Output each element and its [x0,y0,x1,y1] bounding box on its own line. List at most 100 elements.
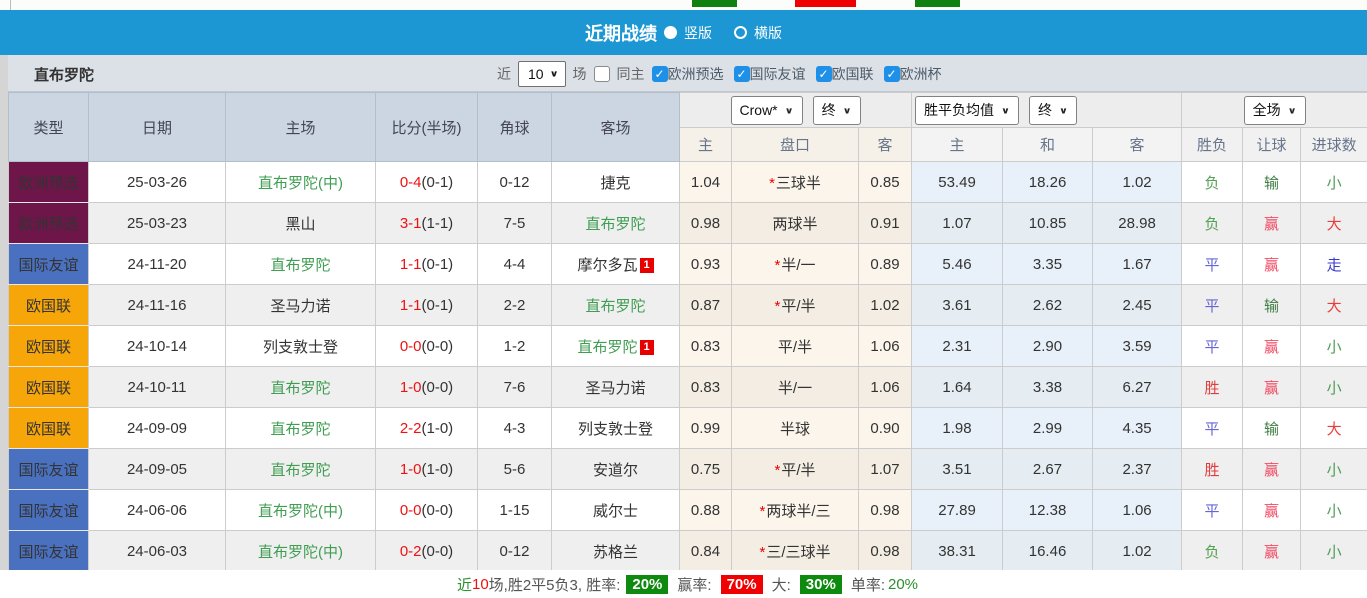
competition-type-cell: 国际友谊 [8,448,89,490]
horizontal-layout-radio[interactable] [734,26,747,39]
home-team-cell[interactable]: 列支敦士登 [225,325,376,367]
header-group-row: 类型 日期 主场 比分(半场) 角球 客场 Crow* ∨ 终 ∨ 胜平负均值 … [8,92,1367,162]
avg-draw-cell: 2.90 [1002,325,1094,367]
competition-type-cell: 国际友谊 [8,243,89,285]
home-team-cell[interactable]: 直布罗陀 [225,448,376,490]
away-team-cell[interactable]: 直布罗陀 [551,202,680,244]
score-cell: 2-2(1-0) [375,407,478,449]
odds-period-select[interactable]: 终 ∨ [812,95,861,125]
league-filter-label: 欧洲杯 [899,65,942,82]
result-goals-cell: 小 [1300,366,1367,408]
away-team-cell[interactable]: 捷克 [551,161,680,203]
result-handicap-cell: 输 [1242,284,1302,326]
avg-type-select[interactable]: 胜平负均值 ∨ [915,95,1019,125]
away-team-cell[interactable]: 圣马力诺 [551,366,680,408]
chevron-down-icon: ∨ [784,105,794,116]
result-handicap-cell: 输 [1242,407,1302,449]
page: 近期战绩 竖版 横版 直布罗陀 近 10 ∨ 场 同主 ✓ 欧洲预选 ✓ 国际友… [0,0,1367,598]
avg-draw-cell: 2.67 [1002,448,1094,490]
chevron-down-icon: ∨ [1287,105,1297,116]
chevron-down-icon: ∨ [842,105,852,116]
result-scope-select[interactable]: 全场 ∨ [1243,95,1306,125]
date-cell: 24-09-09 [88,407,226,449]
result-wdl-cell: 平 [1181,407,1244,449]
home-team-cell[interactable]: 直布罗陀(中) [225,530,376,572]
avg-period-select[interactable]: 终 ∨ [1028,95,1077,125]
home-odds-cell: 0.75 [679,448,732,490]
home-odds-cell: 0.88 [679,489,732,531]
summary-record: 场,胜2平5负3, 胜率: [488,576,621,594]
subcol-avg-home: 主 [911,127,1004,162]
team-name: 直布罗陀 [34,67,95,84]
league-checkbox-checked[interactable]: ✓ [815,65,832,82]
result-handicap-cell: 赢 [1242,366,1302,408]
avg-period-value: 终 [1037,102,1052,118]
result-group-header: 全场 ∨ [1181,92,1367,128]
away-team-cell[interactable]: 安道尔 [551,448,680,490]
home-team-cell[interactable]: 圣马力诺 [225,284,376,326]
col-header-date: 日期 [88,92,226,162]
league-checkbox-checked[interactable]: ✓ [883,65,900,82]
handicap-cell: 平/半 [731,325,859,367]
home-team-cell[interactable]: 直布罗陀(中) [225,161,376,203]
profit-rate-badge: 70% [720,574,763,594]
vertical-layout-radio[interactable] [664,26,677,39]
away-odds-cell: 0.89 [857,243,913,285]
match-count-value: 10 [528,65,544,82]
score-cell: 0-2(0-0) [375,530,478,572]
avg-home-cell: 3.61 [911,284,1004,326]
col-header-score: 比分(半场) [375,92,478,162]
away-team-cell[interactable]: 列支敦士登 [551,407,680,449]
match-row: 欧国联 24-09-09 直布罗陀 2-2(1-0) 4-3 列支敦士登 0.99 半球 0.9… [8,407,1367,449]
score-cell: 1-0(1-0) [375,448,478,490]
home-team-cell[interactable]: 黑山 [225,202,376,244]
result-handicap-cell: 赢 [1242,243,1302,285]
league-checkbox-checked[interactable]: ✓ [733,65,750,82]
corners-cell: 1-15 [477,489,552,531]
away-team-cell[interactable]: 摩尔多瓦 1 [551,243,680,285]
away-odds-cell: 1.07 [857,448,913,490]
away-team-cell[interactable]: 苏格兰 [551,530,680,572]
subcol-odds-home: 主 [679,127,732,162]
result-goals-cell: 小 [1300,489,1367,531]
league-filter-label: 国际友谊 [749,65,806,82]
result-handicap-cell: 赢 [1242,448,1302,490]
competition-type-cell: 欧国联 [8,284,89,326]
match-count-select[interactable]: 10 ∨ [518,60,566,87]
bookmaker-select[interactable]: Crow* ∨ [730,95,803,125]
date-cell: 24-11-16 [88,284,226,326]
subcol-result-goals: 进球数 [1300,127,1367,162]
games-label: 场 [572,65,587,82]
single-rate-value: 20% [887,575,919,593]
home-team-cell[interactable]: 直布罗陀(中) [225,489,376,531]
result-wdl-cell: 胜 [1181,448,1244,490]
away-odds-cell: 1.02 [857,284,913,326]
avg-away-cell: 3.59 [1092,325,1183,367]
competition-type-cell: 欧洲预选 [8,202,89,244]
result-goals-cell: 大 [1300,202,1367,244]
result-wdl-cell: 平 [1181,489,1244,531]
score-cell: 0-0(0-0) [375,325,478,367]
col-header-type: 类型 [8,92,89,162]
vertical-layout-label[interactable]: 竖版 [684,23,712,43]
date-cell: 24-10-14 [88,325,226,367]
home-odds-cell: 0.87 [679,284,732,326]
result-goals-cell: 大 [1300,407,1367,449]
away-team-cell[interactable]: 威尔士 [551,489,680,531]
away-team-cell[interactable]: 直布罗陀 1 [551,325,680,367]
home-team-cell[interactable]: 直布罗陀 [225,366,376,408]
horizontal-layout-label[interactable]: 横版 [754,23,782,43]
away-odds-cell: 0.98 [857,489,913,531]
avg-draw-cell: 16.46 [1002,530,1094,572]
corners-cell: 5-6 [477,448,552,490]
league-checkbox-checked[interactable]: ✓ [651,65,668,82]
away-team-cell[interactable]: 直布罗陀 [551,284,680,326]
home-team-cell[interactable]: 直布罗陀 [225,407,376,449]
avg-away-cell: 28.98 [1092,202,1183,244]
date-cell: 24-06-03 [88,530,226,572]
result-scope-value: 全场 [1252,102,1281,118]
home-team-cell[interactable]: 直布罗陀 [225,243,376,285]
competition-type-cell: 欧国联 [8,325,89,367]
odds-group-header: Crow* ∨ 终 ∨ [678,92,913,128]
same-home-checkbox[interactable] [593,65,610,82]
